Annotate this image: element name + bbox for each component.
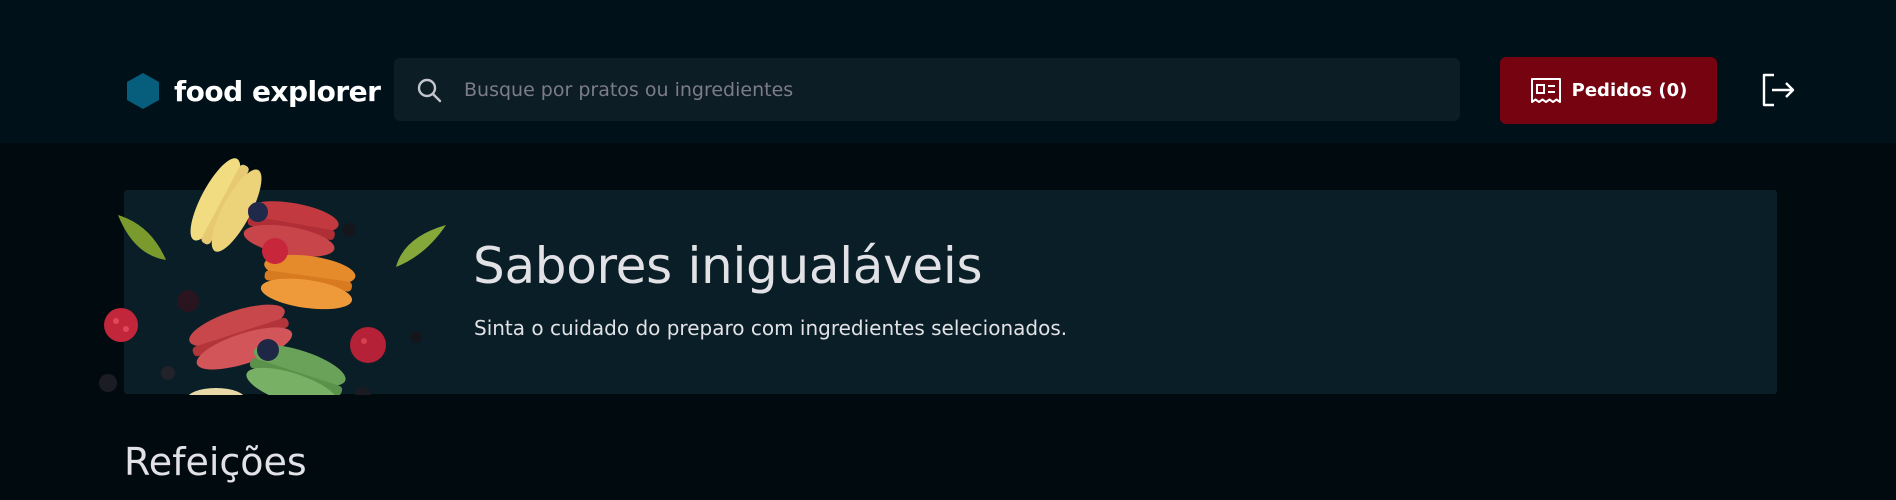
search-icon [417,78,442,102]
macarons-illustration [99,158,446,395]
hexagon-icon [127,73,159,109]
sign-out-icon[interactable] [1760,72,1796,108]
banner-subtitle: Sinta o cuidado do preparo com ingredien… [474,316,1068,340]
search-bar[interactable] [394,58,1460,121]
orders-button[interactable]: Pedidos (0) [1500,57,1717,124]
search-input[interactable] [462,69,1460,110]
logo[interactable]: food explorer [126,72,381,110]
receipt-icon [1530,77,1561,103]
orders-button-label: Pedidos (0) [1571,80,1688,101]
banner-title: Sabores inigualáveis [473,237,983,295]
section-title-meals: Refeições [124,440,307,484]
logo-text: food explorer [174,74,381,108]
header: food explorer Pedidos (0) [0,0,1896,143]
